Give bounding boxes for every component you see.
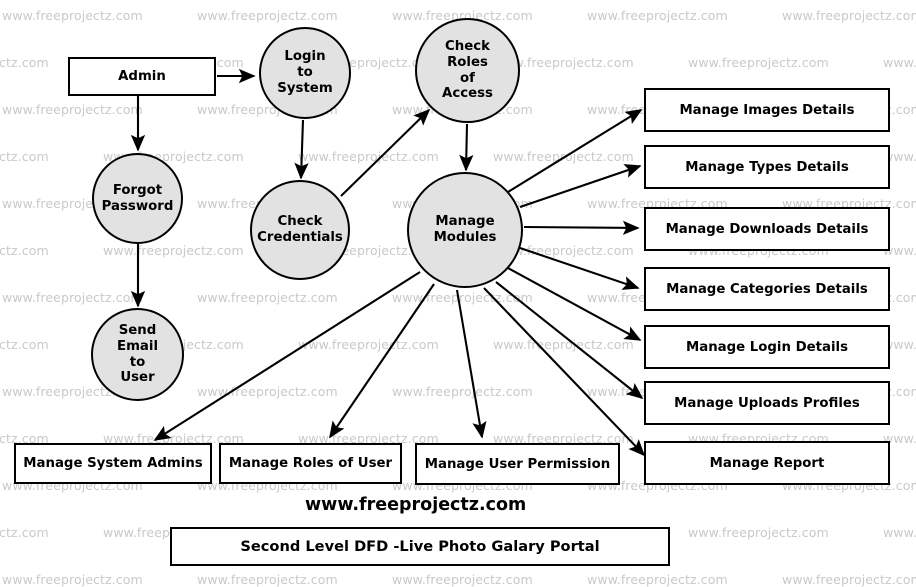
watermark-text: www.freeprojectz.com [883, 55, 916, 70]
edge-credentials-to-roles [340, 108, 431, 197]
watermark-text: www.freeprojectz.com [782, 8, 916, 23]
watermark-text: www.freeprojectz.com [2, 8, 143, 23]
edge-modules-to-uploads [495, 281, 644, 400]
diagram-title-label: Second Level DFD -Live Photo Galary Port… [240, 538, 600, 555]
watermark-text: www.freeprojectz.com [197, 572, 338, 587]
store-manage-report-label: Manage Report [709, 455, 825, 471]
watermark-text: www.freeprojectz.com [782, 572, 916, 587]
process-check-roles-of-access[interactable]: Check Roles of Access [415, 18, 520, 123]
watermark-text: www.freeprojectz.com [688, 525, 829, 540]
store-manage-categories-details-label: Manage Categories Details [666, 281, 868, 297]
watermark-text: www.freeprojectz.com [392, 290, 533, 305]
watermark-text: www.freeprojectz.com [0, 55, 49, 70]
entity-admin-label: Admin [118, 69, 166, 84]
store-manage-user-permission[interactable]: Manage User Permission [415, 443, 620, 485]
store-manage-system-admins-label: Manage System Admins [23, 456, 203, 471]
process-check-roles-of-access-label: Check Roles of Access [442, 39, 493, 102]
watermark-text: www.freeprojectz.com [2, 290, 143, 305]
store-manage-downloads-details-label: Manage Downloads Details [665, 221, 869, 237]
store-manage-login-details[interactable]: Manage Login Details [644, 325, 890, 369]
edge-modules-to-sysadmins [153, 271, 421, 441]
dfd-canvas: www.freeprojectz.com www.freeprojectz.com… [0, 0, 916, 587]
watermark-text: www.freeprojectz.com [298, 337, 439, 352]
edge-modules-to-userpermission [455, 289, 487, 439]
store-manage-roles-of-user[interactable]: Manage Roles of User [219, 443, 402, 484]
edge-login-to-credentials [294, 119, 309, 180]
watermark-text: www.freeprojectz.com [0, 149, 49, 164]
watermark-text: www.freeprojectz.com [298, 149, 439, 164]
process-check-credentials-label: Check Credentials [257, 214, 343, 245]
process-send-email-to-user-label: Send Email to User [116, 323, 159, 386]
entity-admin[interactable]: Admin [68, 57, 216, 96]
watermark-text: www.freeprojectz.com [197, 384, 338, 399]
watermark-text: www.freeprojectz.com [493, 337, 634, 352]
store-manage-system-admins[interactable]: Manage System Admins [14, 443, 212, 484]
edge-modules-to-report [483, 287, 646, 457]
edge-roles-to-modules [459, 123, 474, 172]
watermark-text: www.freeprojectz.com [587, 8, 728, 23]
watermark-text: www.freeprojectz.com [0, 243, 49, 258]
store-manage-roles-of-user-label: Manage Roles of User [228, 456, 393, 471]
store-manage-user-permission-label: Manage User Permission [424, 456, 611, 472]
process-manage-modules[interactable]: Manage Modules [407, 172, 523, 288]
store-manage-uploads-profiles-label: Manage Uploads Profiles [674, 395, 860, 411]
watermark-text: www.freeprojectz.com [587, 572, 728, 587]
watermark-text: www.freeprojectz.com [197, 8, 338, 23]
watermark-text: www.freeprojectz.com [0, 525, 49, 540]
store-manage-downloads-details[interactable]: Manage Downloads Details [644, 207, 890, 251]
store-manage-types-details[interactable]: Manage Types Details [644, 145, 890, 189]
process-send-email-to-user[interactable]: Send Email to User [91, 308, 184, 401]
process-login-to-system[interactable]: Login to System [259, 27, 351, 119]
process-forgot-password[interactable]: Forgot Password [92, 153, 183, 244]
store-manage-uploads-profiles[interactable]: Manage Uploads Profiles [644, 381, 890, 425]
edge-modules-to-categories [519, 247, 640, 290]
edge-modules-to-rolesofuser [329, 283, 435, 439]
watermark-text: www.freeprojectz.com [883, 525, 916, 540]
watermark-text: www.freeprojectz.com [688, 55, 829, 70]
edge-modules-to-types [519, 164, 642, 208]
watermark-text: www.freeprojectz.com [2, 102, 143, 117]
watermark-text: www.freeprojectz.com [2, 572, 143, 587]
process-forgot-password-label: Forgot Password [101, 182, 174, 214]
store-manage-types-details-label: Manage Types Details [685, 159, 849, 175]
watermark-text: www.freeprojectz.com [103, 243, 244, 258]
watermark-text: www.freeprojectz.com [493, 149, 634, 164]
watermark-text: www.freeprojectz.com [0, 337, 49, 352]
brand-label: www.freeprojectz.com [305, 495, 527, 515]
process-check-credentials[interactable]: Check Credentials [250, 180, 350, 280]
diagram-title-box: Second Level DFD -Live Photo Galary Port… [170, 527, 670, 566]
store-manage-images-details-label: Manage Images Details [679, 102, 855, 118]
store-manage-images-details[interactable]: Manage Images Details [644, 88, 890, 132]
process-login-to-system-label: Login to System [277, 49, 333, 96]
store-manage-login-details-label: Manage Login Details [685, 339, 848, 355]
store-manage-categories-details[interactable]: Manage Categories Details [644, 267, 890, 311]
watermark-text: www.freeprojectz.com [197, 290, 338, 305]
edge-modules-to-logindetails [507, 267, 642, 341]
process-manage-modules-label: Manage Modules [433, 214, 497, 245]
watermark-text: www.freeprojectz.com [392, 572, 533, 587]
edge-modules-to-downloads [523, 220, 640, 236]
edge-modules-to-images [507, 109, 643, 193]
store-manage-report[interactable]: Manage Report [644, 441, 890, 485]
watermark-text: www.freeprojectz.com [392, 384, 533, 399]
